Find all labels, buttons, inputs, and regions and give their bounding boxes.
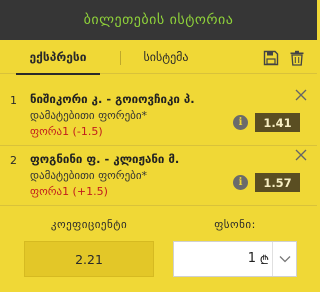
bet-row: 2 ფოგნინი ფ. - კლიჟანი მ. დამატებითი ფორ… xyxy=(0,146,317,206)
coefficient-label: კოეფიციენტი xyxy=(50,218,128,231)
odds-value: 1.41 xyxy=(263,115,292,130)
tab-express-label: ექსპრესი xyxy=(29,50,87,64)
info-icon[interactable]: i xyxy=(233,175,248,190)
close-icon[interactable] xyxy=(293,147,309,163)
coefficient-box: 2.21 xyxy=(24,241,154,277)
tab-system[interactable]: სისტემა xyxy=(138,40,194,74)
bet-teams: ფოგნინი ფ. - კლიჟანი მ. xyxy=(30,152,180,166)
app-header: ბილეთების ისტორია xyxy=(0,0,317,40)
bet-teams: ნიშიკორი კ. - გოიოვჩიკი პ. xyxy=(30,92,195,106)
trash-icon[interactable] xyxy=(289,50,305,66)
stake-value[interactable]: 1 xyxy=(248,251,256,266)
tab-divider xyxy=(120,51,121,65)
odds-value: 1.57 xyxy=(263,175,292,190)
page-title: ბილეთების ისტორია xyxy=(83,12,234,28)
bet-index: 1 xyxy=(10,94,17,107)
bet-market: დამატებითი ფორები* xyxy=(30,169,148,182)
bet-pick: ფორა1 (-1.5) xyxy=(30,125,103,138)
close-icon[interactable] xyxy=(293,87,309,103)
stake-dropdown-button[interactable] xyxy=(272,242,296,276)
odds-badge: 1.41 xyxy=(255,113,300,132)
chevron-down-icon xyxy=(279,256,290,263)
bet-row: 1 ნიშიკორი კ. - გოიოვჩიკი პ. დამატებითი … xyxy=(0,86,317,146)
tab-system-label: სისტემა xyxy=(143,50,189,64)
currency-symbol: ₾ xyxy=(259,253,269,267)
info-icon[interactable]: i xyxy=(233,115,248,130)
bet-pick: ფორა1 (+1.5) xyxy=(30,185,108,198)
coefficient-value: 2.21 xyxy=(75,251,103,267)
bet-market: დამატებითი ფორები* xyxy=(30,109,148,122)
odds-badge: 1.57 xyxy=(255,173,300,192)
save-icon[interactable] xyxy=(263,50,279,66)
stake-input[interactable]: 1 ₾ xyxy=(173,241,297,277)
tab-express[interactable]: ექსპრესი xyxy=(16,40,100,75)
info-glyph: i xyxy=(238,177,243,188)
stake-label: ფსონი: xyxy=(214,218,256,231)
info-glyph: i xyxy=(238,117,243,128)
tab-bar: ექსპრესი სისტემა xyxy=(0,40,317,75)
bet-summary: კოეფიციენტი 2.21 ფსონი: 1 ₾ xyxy=(0,206,317,292)
bet-index: 2 xyxy=(10,154,17,167)
